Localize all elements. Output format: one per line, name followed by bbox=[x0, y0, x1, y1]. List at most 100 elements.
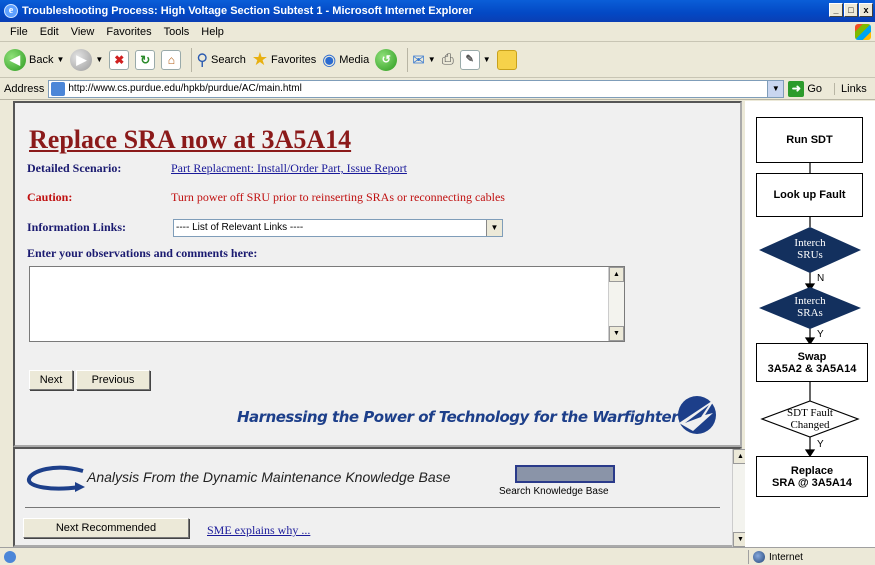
minimize-button[interactable]: _ bbox=[829, 3, 843, 17]
kb-search-button[interactable] bbox=[515, 465, 615, 483]
chevron-down-icon[interactable]: ▼ bbox=[486, 220, 502, 236]
flow-step-swap: Swap 3A5A2 & 3A5A14 bbox=[756, 343, 868, 382]
toolbar-separator bbox=[191, 47, 193, 72]
menu-tools[interactable]: Tools bbox=[158, 26, 196, 38]
forward-button[interactable]: ▶ ▼ bbox=[70, 48, 104, 71]
slogan: Harnessing the Power of Technology for t… bbox=[237, 408, 679, 426]
menu-view[interactable]: View bbox=[65, 26, 101, 38]
next-button[interactable]: Next bbox=[29, 370, 73, 390]
flow-decision-srus-line1: Interch bbox=[794, 237, 826, 249]
swoosh-logo-icon bbox=[27, 465, 85, 492]
sme-explains-link[interactable]: SME explains why ... bbox=[207, 523, 310, 538]
chevron-down-icon: ▼ bbox=[95, 55, 104, 64]
menu-favorites[interactable]: Favorites bbox=[100, 26, 157, 38]
home-icon: ⌂ bbox=[161, 49, 182, 70]
window-title: Troubleshooting Process: High Voltage Se… bbox=[22, 5, 473, 17]
maximize-button[interactable]: □ bbox=[844, 3, 858, 17]
flowchart-frame: Run SDT Look up Fault Interch SRUs N Int… bbox=[745, 101, 875, 547]
comments-label: Enter your observations and comments her… bbox=[27, 246, 258, 260]
flow-step-swap-line2: 3A5A2 & 3A5A14 bbox=[767, 362, 857, 375]
flow-decision-fault-line1: SDT Fault bbox=[787, 407, 833, 419]
window-controls: _ □ x bbox=[829, 3, 873, 17]
windows-logo-icon bbox=[855, 24, 871, 40]
globe-icon bbox=[753, 551, 765, 563]
media-label: Media bbox=[339, 53, 370, 66]
stop-button[interactable]: ✖ bbox=[109, 49, 130, 70]
scroll-down-icon[interactable]: ▼ bbox=[609, 326, 624, 341]
chevron-down-icon: ▼ bbox=[427, 55, 436, 64]
flow-step-replace: Replace SRA @ 3A5A14 bbox=[756, 456, 868, 497]
chevron-down-icon: ▼ bbox=[56, 55, 65, 64]
search-button[interactable]: ⚲ Search bbox=[196, 50, 246, 70]
history-icon: ↺ bbox=[375, 48, 398, 71]
flow-branch-label: N bbox=[817, 273, 825, 284]
print-icon: ⎙ bbox=[441, 51, 454, 68]
flow-decision-srus-line2: SRUs bbox=[797, 249, 823, 261]
back-arrow-icon: ◀ bbox=[4, 48, 26, 71]
flow-step-replace-line1: Replace bbox=[790, 464, 834, 477]
scroll-up-icon[interactable]: ▲ bbox=[609, 267, 624, 282]
zone-label: Internet bbox=[769, 551, 803, 563]
flow-decision-sras: Interch SRAs bbox=[785, 295, 835, 319]
go-arrow-icon: ➜ bbox=[788, 80, 805, 97]
chevron-down-icon[interactable]: ▼ bbox=[767, 80, 784, 97]
mail-icon: ✉ bbox=[412, 51, 425, 69]
print-button[interactable]: ⎙ bbox=[442, 51, 454, 68]
url-input[interactable]: http://www.cs.purdue.edu/hpkb/purdue/AC/… bbox=[48, 79, 785, 98]
menu-file[interactable]: File bbox=[4, 26, 34, 38]
home-button[interactable]: ⌂ bbox=[161, 49, 182, 70]
info-links-select[interactable]: ---- List of Relevant Links ---- ▼ bbox=[173, 219, 503, 237]
title-bar: e Troubleshooting Process: High Voltage … bbox=[0, 0, 875, 22]
scenario-link[interactable]: Part Replacment: Install/Order Part, Iss… bbox=[171, 161, 407, 176]
flow-step-run-sdt: Run SDT bbox=[756, 117, 863, 163]
flow-decision-fault-line2: Changed bbox=[790, 419, 830, 431]
flow-decision-sras-line2: SRAs bbox=[797, 307, 823, 319]
flow-branch-label: Y bbox=[817, 439, 824, 450]
security-zone: Internet bbox=[748, 550, 803, 564]
info-links-label: Information Links: bbox=[27, 220, 127, 234]
menu-edit[interactable]: Edit bbox=[34, 26, 65, 38]
page-status-icon bbox=[4, 550, 16, 563]
mail-button[interactable]: ✉ ▼ bbox=[412, 51, 436, 69]
edit-icon: ✎ bbox=[459, 49, 480, 70]
star-icon: ★ bbox=[251, 49, 269, 69]
chevron-down-icon: ▼ bbox=[482, 55, 491, 64]
folder-button[interactable] bbox=[496, 49, 517, 70]
comments-textarea[interactable]: ▲ ▼ bbox=[29, 266, 625, 342]
links-button[interactable]: Links bbox=[834, 82, 867, 95]
caution-text: Turn power off SRU prior to reinserting … bbox=[171, 190, 505, 204]
previous-button[interactable]: Previous bbox=[76, 370, 150, 390]
toolbar-separator bbox=[407, 47, 409, 72]
go-label: Go bbox=[807, 82, 823, 95]
caution-label: Caution: bbox=[27, 190, 73, 204]
flow-decision-fault-changed: SDT Fault Changed bbox=[775, 407, 845, 431]
menu-bar: File Edit View Favorites Tools Help bbox=[0, 22, 875, 42]
go-button[interactable]: ➜ Go bbox=[788, 80, 823, 97]
media-icon: ◉ bbox=[322, 51, 337, 69]
close-button[interactable]: x bbox=[859, 3, 873, 17]
history-button[interactable]: ↺ bbox=[375, 48, 398, 71]
url-text: http://www.cs.purdue.edu/hpkb/purdue/AC/… bbox=[68, 83, 302, 94]
address-bar: Address http://www.cs.purdue.edu/hpkb/pu… bbox=[0, 78, 875, 100]
next-recommended-button[interactable]: Next Recommended bbox=[23, 518, 189, 538]
divider bbox=[25, 507, 720, 508]
knowledge-base-frame: Analysis From the Dynamic Maintenance Kn… bbox=[13, 447, 748, 547]
comments-scrollbar[interactable]: ▲ ▼ bbox=[608, 267, 624, 341]
refresh-button[interactable]: ↻ bbox=[135, 49, 156, 70]
kb-title: Analysis From the Dynamic Maintenance Kn… bbox=[87, 469, 451, 485]
back-button[interactable]: ◀ Back ▼ bbox=[4, 48, 65, 71]
flow-step-replace-line2: SRA @ 3A5A14 bbox=[771, 476, 852, 489]
air-force-logo-icon bbox=[678, 396, 716, 434]
kb-search-label: Search Knowledge Base bbox=[499, 486, 609, 497]
folder-icon bbox=[496, 49, 517, 70]
toolbar: ◀ Back ▼ ▶ ▼ ✖ ↻ ⌂ ⚲ Search ★ Favorites … bbox=[0, 42, 875, 78]
scenario-label: Detailed Scenario: bbox=[27, 161, 122, 175]
favorites-button[interactable]: ★ Favorites bbox=[252, 49, 316, 70]
flow-branch-label: Y bbox=[817, 329, 824, 340]
media-button[interactable]: ◉ Media bbox=[322, 50, 369, 70]
ie-logo-icon: e bbox=[4, 4, 18, 18]
flow-step-swap-line1: Swap bbox=[797, 350, 827, 363]
edit-button[interactable]: ✎ ▼ bbox=[459, 49, 491, 70]
menu-help[interactable]: Help bbox=[195, 26, 230, 38]
flow-decision-srus: Interch SRUs bbox=[785, 237, 835, 261]
